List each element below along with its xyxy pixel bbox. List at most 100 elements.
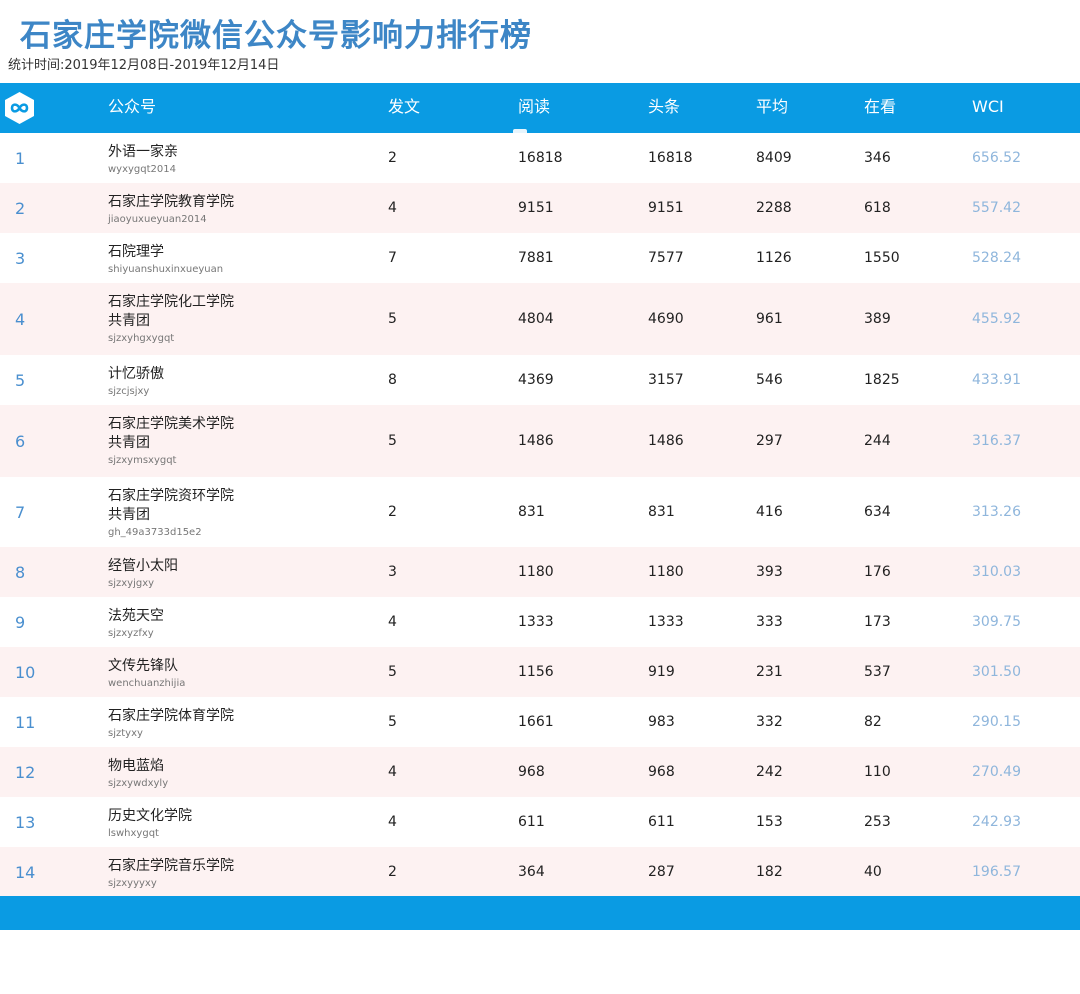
header-average: 平均 xyxy=(756,97,789,116)
account-id: sjzxyhgxygqt xyxy=(108,333,175,344)
posts-cell: 5 xyxy=(388,433,397,449)
header-reads: 阅读 xyxy=(518,97,551,116)
reads-cell: 1486 xyxy=(518,433,554,449)
account-name: 外语一家亲 xyxy=(108,144,178,160)
account-name: 石院理学 xyxy=(108,244,164,260)
reads-cell: 1661 xyxy=(518,714,554,730)
rank-number: 7 xyxy=(15,502,26,522)
reads-cell: 1180 xyxy=(518,564,554,580)
wci-cell: 196.57 xyxy=(972,864,1021,880)
date-range: 统计时间:2019年12月08日-2019年12月14日 xyxy=(8,58,280,73)
wci-cell: 557.42 xyxy=(972,200,1021,216)
account-id: sjzxywdxyly xyxy=(108,778,169,789)
headline-cell: 1180 xyxy=(648,564,684,580)
account-id: sjzxymsxygqt xyxy=(108,455,177,466)
headline-cell: 16818 xyxy=(648,150,693,166)
reads-cell: 364 xyxy=(518,864,545,880)
average-cell: 242 xyxy=(756,764,783,780)
table-row: 7 石家庄学院资环学院 共青团 gh_49a3733d15e2 2 831 831… xyxy=(0,477,1080,547)
watching-cell: 618 xyxy=(864,200,891,216)
average-cell: 546 xyxy=(756,372,783,388)
account-name: 文传先锋队 xyxy=(108,658,178,674)
posts-cell: 5 xyxy=(388,311,397,327)
watching-cell: 389 xyxy=(864,311,891,327)
headline-cell: 9151 xyxy=(648,200,684,216)
account-name: 石家庄学院美术学院 共青团 xyxy=(108,416,234,451)
ranking-table: 1 外语一家亲 wyxygqt2014 2 16818 16818 8409 34… xyxy=(0,133,1080,897)
rank-number: 11 xyxy=(15,712,36,732)
reads-cell: 4369 xyxy=(518,372,554,388)
watching-cell: 173 xyxy=(864,614,891,630)
average-cell: 332 xyxy=(756,714,783,730)
table-row: 1 外语一家亲 wyxygqt2014 2 16818 16818 8409 34… xyxy=(0,133,1080,183)
header-account: 公众号 xyxy=(108,97,157,116)
average-cell: 182 xyxy=(756,864,783,880)
watching-cell: 110 xyxy=(864,764,891,780)
reads-cell: 831 xyxy=(518,504,545,520)
watching-cell: 537 xyxy=(864,664,891,680)
average-cell: 153 xyxy=(756,814,783,830)
watching-cell: 40 xyxy=(864,864,882,880)
wci-cell: 455.92 xyxy=(972,311,1021,327)
table-header: 公众号 发文 阅读 头条 平均 在看 WCI xyxy=(0,83,1080,133)
watching-cell: 176 xyxy=(864,564,891,580)
rank-number: 13 xyxy=(15,812,36,832)
rank-number: 6 xyxy=(15,431,26,451)
average-cell: 333 xyxy=(756,614,783,630)
watching-cell: 253 xyxy=(864,814,891,830)
reads-cell: 1333 xyxy=(518,614,554,630)
average-cell: 8409 xyxy=(756,150,792,166)
table-row: 2 石家庄学院教育学院 jiaoyuxueyuan2014 4 9151 9151… xyxy=(0,183,1080,233)
posts-cell: 4 xyxy=(388,200,397,216)
account-name: 计忆骄傲 xyxy=(108,366,164,382)
average-cell: 2288 xyxy=(756,200,792,216)
rank-number: 14 xyxy=(15,862,36,882)
header-wci: WCI xyxy=(972,97,1004,116)
headline-cell: 983 xyxy=(648,714,675,730)
reads-cell: 9151 xyxy=(518,200,554,216)
reads-cell: 4804 xyxy=(518,311,554,327)
posts-cell: 4 xyxy=(388,814,397,830)
account-id: lswhxygqt xyxy=(108,828,159,839)
account-name: 历史文化学院 xyxy=(108,808,192,824)
wci-cell: 309.75 xyxy=(972,614,1021,630)
account-id: sjztyxy xyxy=(108,728,143,739)
posts-cell: 4 xyxy=(388,614,397,630)
posts-cell: 2 xyxy=(388,864,397,880)
account-name: 石家庄学院体育学院 xyxy=(108,708,234,724)
watching-cell: 346 xyxy=(864,150,891,166)
table-footer-bar xyxy=(0,896,1080,930)
reads-cell: 1156 xyxy=(518,664,554,680)
posts-cell: 5 xyxy=(388,714,397,730)
table-row: 13 历史文化学院 lswhxygqt 4 611 611 153 253 242… xyxy=(0,797,1080,847)
wci-cell: 313.26 xyxy=(972,504,1021,520)
rank-number: 12 xyxy=(15,762,36,782)
headline-cell: 3157 xyxy=(648,372,684,388)
watching-cell: 634 xyxy=(864,504,891,520)
header-headline: 头条 xyxy=(648,97,681,116)
watching-cell: 1550 xyxy=(864,250,900,266)
table-row: 8 经管小太阳 sjzxyjgxy 3 1180 1180 393 176 310… xyxy=(0,547,1080,597)
rank-number: 1 xyxy=(15,148,26,168)
posts-cell: 5 xyxy=(388,664,397,680)
table-row: 14 石家庄学院音乐学院 sjzxyyyxy 2 364 287 182 40 1… xyxy=(0,847,1080,897)
posts-cell: 2 xyxy=(388,150,397,166)
table-row: 3 石院理学 shiyuanshuxinxueyuan 7 7881 7577 1… xyxy=(0,233,1080,283)
table-row: 4 石家庄学院化工学院 共青团 sjzxyhgxygqt 5 4804 4690 … xyxy=(0,283,1080,355)
rank-number: 9 xyxy=(15,612,26,632)
reads-cell: 16818 xyxy=(518,150,563,166)
headline-cell: 968 xyxy=(648,764,675,780)
posts-cell: 2 xyxy=(388,504,397,520)
wci-cell: 656.52 xyxy=(972,150,1021,166)
watching-cell: 1825 xyxy=(864,372,900,388)
table-row: 11 石家庄学院体育学院 sjztyxy 5 1661 983 332 82 29… xyxy=(0,697,1080,747)
account-name: 经管小太阳 xyxy=(108,558,178,574)
account-name: 物电蓝焰 xyxy=(108,758,164,774)
average-cell: 393 xyxy=(756,564,783,580)
account-id: sjzxyyyxy xyxy=(108,878,157,889)
account-name: 法苑天空 xyxy=(108,608,164,624)
wci-cell: 528.24 xyxy=(972,250,1021,266)
reads-cell: 968 xyxy=(518,764,545,780)
account-id: gh_49a3733d15e2 xyxy=(108,527,202,538)
table-row: 6 石家庄学院美术学院 共青团 sjzxymsxygqt 5 1486 1486 … xyxy=(0,405,1080,477)
